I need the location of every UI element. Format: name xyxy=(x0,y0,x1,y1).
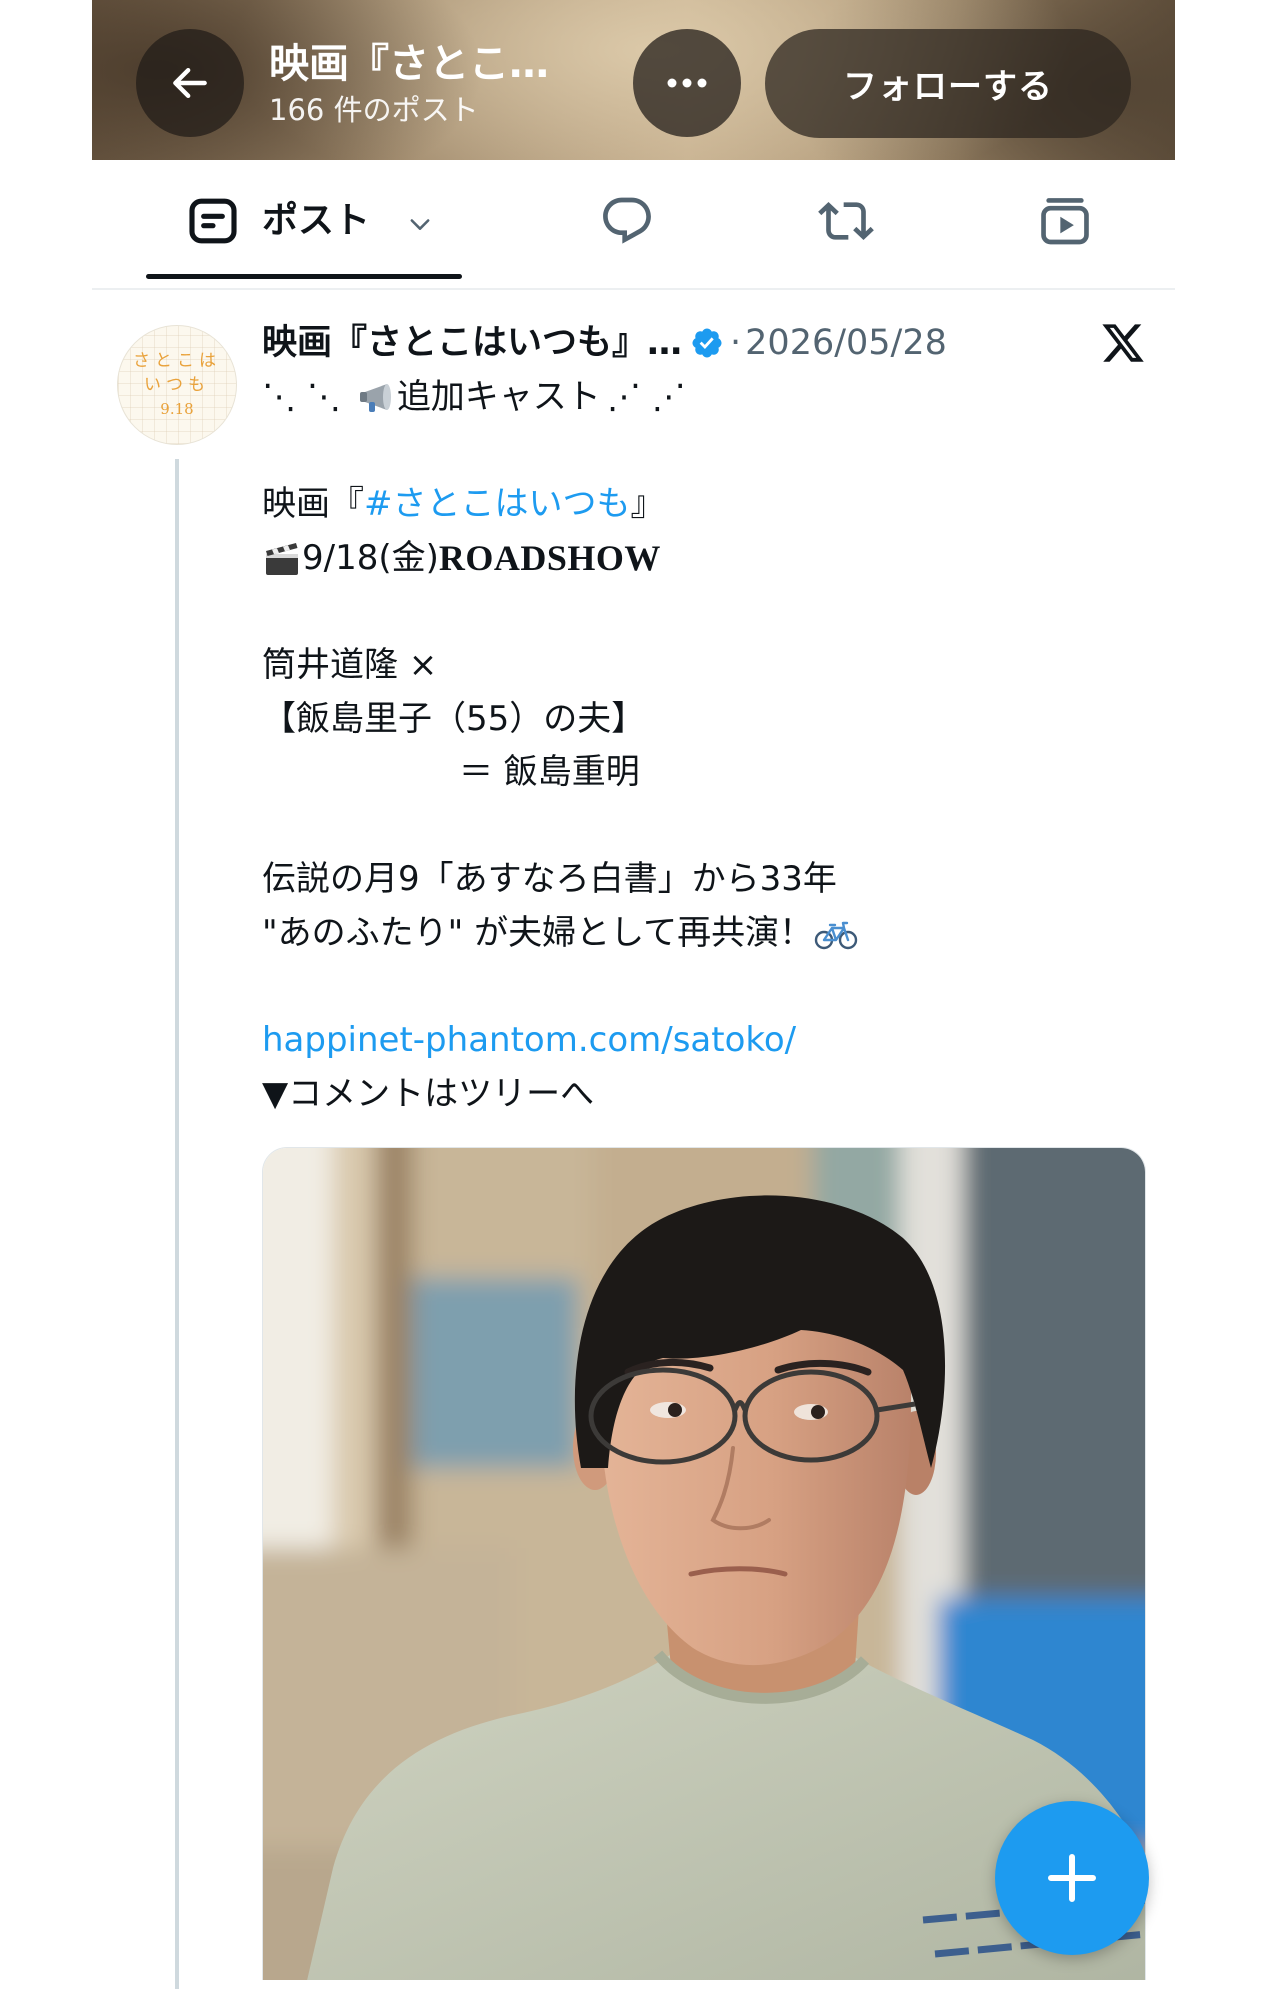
reunion-text: "あのふたり" が夫婦として再共演！ xyxy=(262,912,814,953)
release-date: 9/18(金) xyxy=(302,537,439,578)
timeline-tabs: ポスト xyxy=(92,160,1175,290)
chevron-down-icon[interactable] xyxy=(406,210,434,238)
posts-icon xyxy=(189,198,237,244)
back-button[interactable] xyxy=(136,29,244,137)
megaphone-emoji xyxy=(359,383,391,412)
character-line: ＝ 飯島重明 xyxy=(459,752,640,793)
active-tab-indicator xyxy=(146,274,462,279)
profile-header: 映画『さとこ… 166 件のポスト フォローする xyxy=(92,0,1175,160)
release-line: 9/18(金) ROADSHOW xyxy=(262,532,1146,586)
clapper-board-emoji xyxy=(266,542,298,575)
tab-posts-label: ポスト xyxy=(262,200,371,241)
media-icon[interactable] xyxy=(1037,193,1093,249)
roadshow-text: ROADSHOW xyxy=(438,537,661,578)
announcement-text: 追加キャスト xyxy=(396,377,601,417)
actor-line: 筒井道隆 × xyxy=(262,644,438,685)
tab-posts[interactable]: ポスト xyxy=(146,160,462,288)
post-header: 映画『さとこはいつも』… · 2026/05/28 xyxy=(262,321,947,365)
reunion-line: "あのふたり" が夫婦として再共演！ xyxy=(262,907,1146,961)
more-button[interactable] xyxy=(633,29,741,137)
arrow-left-icon xyxy=(173,67,207,99)
repost-icon[interactable] xyxy=(818,193,874,249)
post-body: ⋱ ⋱ 追加キャスト ⋰ ⋰ 映画『 #さとこはいつも 』 9/18(金) RO… xyxy=(262,371,1146,1121)
post-count: 166 件のポスト xyxy=(269,93,479,127)
thread-connector-line xyxy=(175,459,179,1989)
avatar-text-line: さとこは xyxy=(133,351,221,371)
avatar-text-line: いつも xyxy=(144,375,210,395)
right-pupil xyxy=(811,1405,825,1419)
avatar-date: 9.18 xyxy=(160,400,194,418)
bicycle-emoji xyxy=(814,921,858,949)
decoration-right: ⋰ ⋰ xyxy=(606,377,686,417)
comment-note: ▼コメントはツリーへ xyxy=(262,1073,595,1114)
verified-badge-icon xyxy=(692,328,722,358)
post-date[interactable]: 2026/05/28 xyxy=(745,321,947,365)
avatar[interactable]: さとこは いつも 9.18 xyxy=(117,325,237,445)
x-logo-icon xyxy=(1102,324,1144,362)
external-link[interactable]: happinet-phantom.com/satoko/ xyxy=(262,1014,1146,1068)
reply-icon[interactable] xyxy=(599,193,655,249)
decoration-left: ⋱ ⋱ xyxy=(262,377,341,417)
more-horizontal-icon xyxy=(667,78,707,88)
follow-button[interactable]: フォローする xyxy=(765,29,1131,138)
movie-title-prefix: 映画『 xyxy=(262,484,364,525)
announcement-line: ⋱ ⋱ 追加キャスト ⋰ ⋰ xyxy=(262,371,1146,425)
legend-line: 伝説の月9「あすなろ白書」から33年 xyxy=(262,859,837,900)
hashtag-link[interactable]: #さとこはいつも xyxy=(364,478,631,532)
left-pupil xyxy=(668,1403,682,1417)
profile-title: 映画『さとこ… xyxy=(269,41,549,87)
role-line: 【飯島里子（55）の夫】 xyxy=(262,698,646,739)
movie-title-suffix: 』 xyxy=(630,484,665,525)
author-name[interactable]: 映画『さとこはいつも』… xyxy=(262,321,682,365)
movie-title-line: 映画『 #さとこはいつも 』 xyxy=(262,478,1146,532)
compose-button[interactable] xyxy=(995,1801,1149,1955)
compose-plus-icon xyxy=(1048,1854,1096,1902)
separator-dot: · xyxy=(730,323,742,363)
